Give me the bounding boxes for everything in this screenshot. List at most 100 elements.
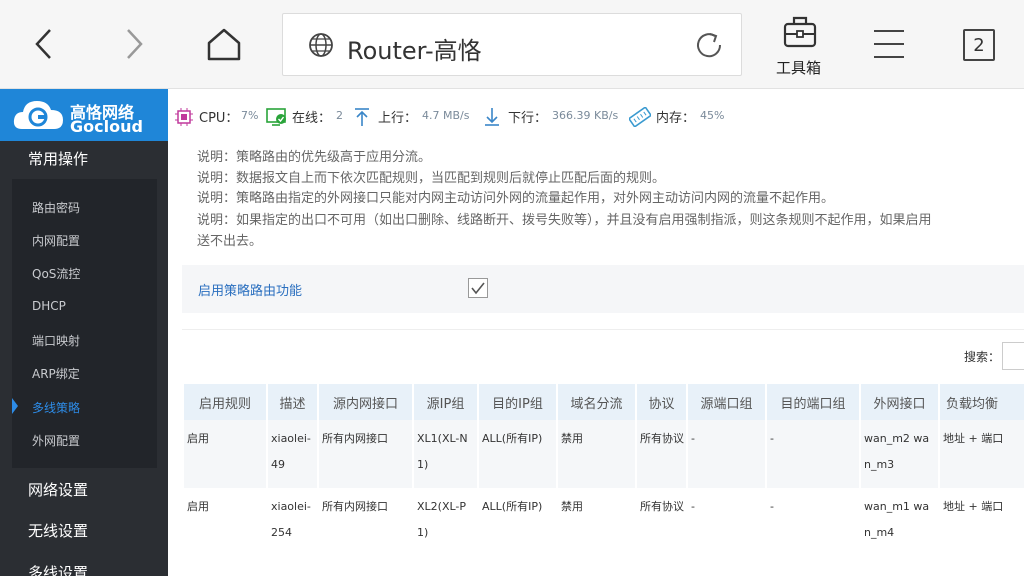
table-cell: 所有内网接口 (319, 420, 412, 488)
table-cell: XL2(XL-P1) (414, 488, 477, 556)
policy-table: 启用规则 描述 源内网接口 源IP组 目的IP组 域名分流 协议 源端口组 目的… (182, 384, 1024, 556)
policy-routing-label: 启用策略路由功能 (198, 284, 303, 299)
online-label: 在线： (292, 111, 332, 126)
brand-logo: 高恪网络 Gocloud (0, 89, 168, 141)
column-header[interactable]: 描述 (268, 384, 317, 420)
table-cell: - (688, 488, 765, 556)
table-cell: 启用 (184, 488, 266, 556)
table-cell: ALL(所有IP) (479, 488, 556, 556)
download-label: 下行： (508, 111, 548, 126)
table-cell: 启用 (184, 420, 266, 488)
sidebar: 高恪网络 Gocloud 常用操作 路由密码 内网配置 QoS流控 DHCP 端… (0, 89, 168, 582)
toolbox-button[interactable]: 工具箱 (770, 10, 830, 80)
column-header[interactable]: 域名分流 (558, 384, 635, 420)
sidebar-item-multiline-policy[interactable]: 多线策略 (32, 399, 80, 416)
browser-toolbar: Router-高恪 工具箱 2 (0, 0, 1024, 89)
column-header[interactable]: 负载均衡 (940, 384, 1024, 420)
table-cell: 所有内网接口 (319, 488, 412, 556)
table-cell: - (688, 420, 765, 488)
cpu-value: 7% (241, 109, 259, 122)
toolbox-label: 工具箱 (776, 59, 822, 77)
back-button[interactable] (22, 22, 66, 66)
online-value: 2 (336, 109, 343, 122)
cpu-icon (175, 108, 193, 126)
page-title: Router-高恪 (347, 37, 482, 65)
toolbox-icon (783, 16, 817, 48)
table-cell: 禁用 (558, 420, 635, 488)
column-header[interactable]: 启用规则 (184, 384, 266, 420)
address-bar[interactable]: Router-高恪 (282, 13, 742, 76)
sidebar-item-router-password[interactable]: 路由密码 (32, 199, 80, 216)
sidebar-section-network[interactable]: 网络设置 (28, 479, 88, 500)
search-label: 搜索： (964, 350, 1001, 364)
active-indicator-icon (12, 398, 18, 414)
home-icon (207, 28, 241, 61)
memory-icon (629, 107, 651, 127)
chevron-right-icon (127, 29, 143, 59)
sidebar-section-multiline[interactable]: 多线设置 (28, 562, 88, 583)
note-line: 送不出去。 (197, 234, 263, 249)
table-cell: xiaolei-254 (268, 488, 317, 556)
online-monitor-icon (266, 108, 286, 126)
note-line: 说明：策略路由的优先级高于应用分流。 (197, 150, 432, 165)
sidebar-section-wireless[interactable]: 无线设置 (28, 520, 88, 541)
table-cell: 所有协议 (637, 488, 686, 556)
table-row[interactable]: 启用 xiaolei-254 所有内网接口 XL2(XL-P1) ALL(所有I… (184, 488, 1024, 556)
table-cell: ALL(所有IP) (479, 420, 556, 488)
column-header[interactable]: 目的IP组 (479, 384, 556, 420)
sidebar-item-port-mapping[interactable]: 端口映射 (32, 332, 80, 349)
table-header-row: 启用规则 描述 源内网接口 源IP组 目的IP组 域名分流 协议 源端口组 目的… (184, 384, 1024, 420)
download-arrow-icon (485, 108, 499, 126)
policy-routing-checkbox[interactable] (468, 278, 488, 298)
table-row[interactable]: 启用 xiaolei-49 所有内网接口 XL1(XL-N1) ALL(所有IP… (184, 420, 1024, 488)
table-cell: - (767, 488, 859, 556)
table-cell: wan_m2 wan_m3 (861, 420, 938, 488)
status-bar: CPU： 7% 在线： 2 上行： 4.7 MB/s 下行： 366.39 KB… (168, 89, 1024, 139)
reload-icon[interactable] (695, 31, 725, 61)
policy-table-panel: 搜索： 启用规则 描述 源内网接口 源IP组 目的IP组 域名分流 协议 源端口… (182, 329, 1024, 576)
sidebar-item-lan-config[interactable]: 内网配置 (32, 232, 80, 249)
sidebar-section-common[interactable]: 常用操作 (28, 148, 88, 169)
sidebar-item-arp-binding[interactable]: ARP绑定 (32, 365, 80, 382)
column-header[interactable]: 源IP组 (414, 384, 477, 420)
table-cell: xiaolei-49 (268, 420, 317, 488)
search-input[interactable] (1002, 342, 1024, 370)
download-value: 366.39 KB/s (552, 109, 619, 122)
sidebar-submenu: 路由密码 内网配置 QoS流控 DHCP 端口映射 ARP绑定 多线策略 外网配… (12, 179, 157, 468)
column-header[interactable]: 外网接口 (861, 384, 938, 420)
table-cell: 所有协议 (637, 420, 686, 488)
column-header[interactable]: 源内网接口 (319, 384, 412, 420)
table-cell: 地址 + 端口 (940, 488, 1024, 556)
column-header[interactable]: 协议 (637, 384, 686, 420)
checkmark-icon (471, 282, 485, 295)
cloud-logo-icon (13, 101, 63, 129)
hamburger-menu-icon (874, 30, 904, 58)
table-cell: 禁用 (558, 488, 635, 556)
cpu-label: CPU： (199, 111, 239, 126)
brand-name-en: Gocloud (70, 117, 143, 136)
upload-value: 4.7 MB/s (422, 109, 470, 122)
menu-button[interactable] (872, 27, 906, 61)
policy-routing-toggle-row: 启用策略路由功能 (182, 265, 1024, 313)
upload-arrow-icon (355, 108, 369, 126)
table-cell: 地址 + 端口 (940, 420, 1024, 488)
tabs-button[interactable]: 2 (963, 29, 995, 61)
note-line: 说明：如果指定的出口不可用（如出口删除、线路断开、拨号失败等），并且没有启用强制… (197, 213, 932, 228)
note-line: 说明：数据报文自上而下依次匹配规则，当匹配到规则后就停止匹配后面的规则。 (197, 171, 666, 186)
table-cell: XL1(XL-N1) (414, 420, 477, 488)
forward-button[interactable] (112, 22, 156, 66)
chevron-left-icon (35, 29, 51, 59)
memory-label: 内存： (656, 111, 696, 126)
note-line: 说明：策略路由指定的外网接口只能对内网主动访问外网的流量起作用，对外网主动访问内… (197, 191, 835, 206)
upload-label: 上行： (378, 111, 418, 126)
home-button[interactable] (202, 22, 246, 66)
table-cell: - (767, 420, 859, 488)
column-header[interactable]: 源端口组 (688, 384, 765, 420)
sidebar-item-dhcp[interactable]: DHCP (32, 299, 66, 313)
column-header[interactable]: 目的端口组 (767, 384, 859, 420)
sidebar-item-qos[interactable]: QoS流控 (32, 265, 80, 282)
table-cell: wan_m1 wan_m4 (861, 488, 938, 556)
sidebar-item-wan-config[interactable]: 外网配置 (32, 432, 80, 449)
memory-value: 45% (700, 109, 725, 122)
main-content: CPU： 7% 在线： 2 上行： 4.7 MB/s 下行： 366.39 KB… (168, 89, 1024, 576)
